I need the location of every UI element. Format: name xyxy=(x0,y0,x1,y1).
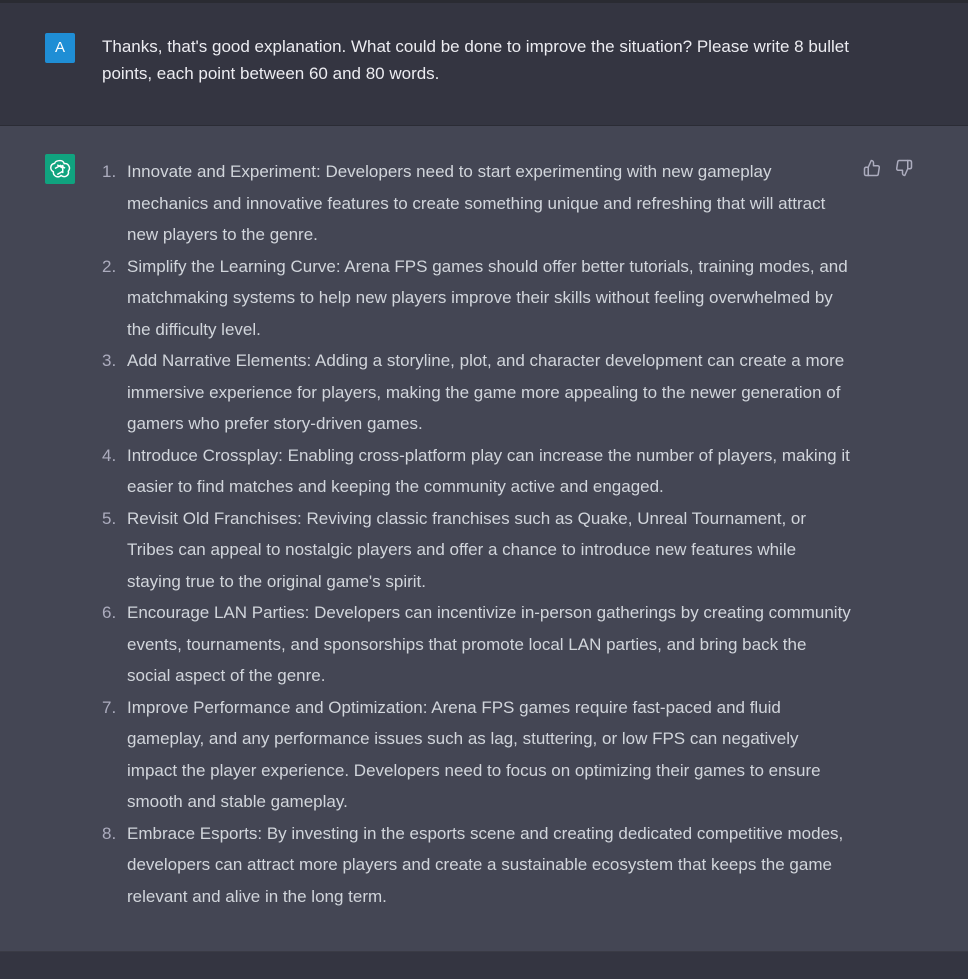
list-item-number: 3. xyxy=(102,351,117,370)
list-item-number: 8. xyxy=(102,823,117,843)
list-item: 2. Simplify the Learning Curve: Arena FP… xyxy=(102,251,852,346)
list-item-number: 4. xyxy=(102,445,117,465)
list-item: 7. Improve Performance and Optimization:… xyxy=(102,692,852,818)
list-item: 1. Innovate and Experiment: Developers n… xyxy=(102,156,852,251)
list-item-text: Add Narrative Elements: Adding a storyli… xyxy=(127,351,845,433)
list-item-number: 7. xyxy=(102,697,117,717)
user-avatar: A xyxy=(45,33,75,63)
bottom-spacer xyxy=(0,952,968,979)
list-item: 8. Embrace Esports: By investing in the … xyxy=(102,818,852,913)
list-item-number: 6. xyxy=(102,603,117,622)
feedback-buttons xyxy=(862,158,914,178)
list-item-number: 2. xyxy=(102,256,117,276)
list-item-text: Encourage LAN Parties: Developers can in… xyxy=(127,603,851,685)
list-item-text: Introduce Crossplay: Enabling cross-plat… xyxy=(127,445,850,497)
list-item: 3. Add Narrative Elements: Adding a stor… xyxy=(102,345,852,440)
list-item-text: Improve Performance and Optimization: Ar… xyxy=(127,697,821,812)
list-item-number: 5. xyxy=(102,508,117,528)
user-message-row: A Thanks, that's good explanation. What … xyxy=(0,3,968,126)
list-item-text: Revisit Old Franchises: Reviving classic… xyxy=(127,508,807,591)
list-item-text: Embrace Esports: By investing in the esp… xyxy=(127,823,844,906)
answer-list: 1. Innovate and Experiment: Developers n… xyxy=(102,156,852,912)
assistant-message-row: 1. Innovate and Experiment: Developers n… xyxy=(0,126,968,952)
openai-logo-icon xyxy=(45,154,75,184)
list-item: 4. Introduce Crossplay: Enabling cross-p… xyxy=(102,440,852,503)
list-item-text: Innovate and Experiment: Developers need… xyxy=(127,162,826,244)
thumbs-up-icon[interactable] xyxy=(862,158,882,178)
thumbs-down-icon[interactable] xyxy=(894,158,914,178)
list-item: 5. Revisit Old Franchises: Reviving clas… xyxy=(102,503,852,598)
list-item-number: 1. xyxy=(102,162,117,181)
list-item-text: Simplify the Learning Curve: Arena FPS g… xyxy=(127,256,848,339)
chat-window: A Thanks, that's good explanation. What … xyxy=(0,0,968,979)
list-item: 6. Encourage LAN Parties: Developers can… xyxy=(102,597,852,692)
user-message-text: Thanks, that's good explanation. What co… xyxy=(102,37,849,83)
